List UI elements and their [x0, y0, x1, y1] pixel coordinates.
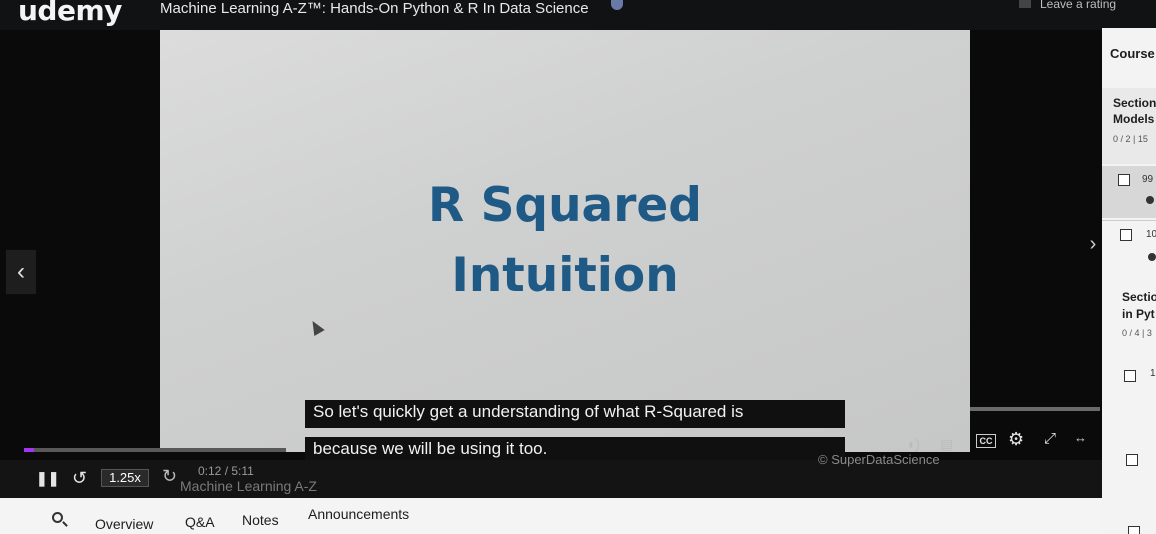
progress-track-segment [970, 407, 1100, 411]
playback-speed-button[interactable]: 1.25x [101, 469, 149, 487]
tab-announcements[interactable]: Announcements [308, 506, 409, 522]
top-bar: udemy Machine Learning A-Z™: Hands-On Py… [0, 0, 1156, 30]
caption-line-1: So let's quickly get a understanding of … [305, 400, 845, 428]
lecture-item[interactable]: 99 [1102, 166, 1156, 218]
udemy-logo[interactable]: udemy [18, 0, 122, 27]
pause-icon[interactable]: ❚❚ [36, 470, 59, 487]
section-progress: 0 / 2 | 15 [1113, 134, 1148, 144]
play-circle-icon [1148, 253, 1156, 261]
lecture-tabs-bar [0, 498, 1102, 534]
star-icon[interactable] [1019, 0, 1031, 8]
video-watermark: Machine Learning A-Z [180, 478, 317, 494]
section-title: Sectio [1122, 290, 1156, 304]
lecture-item[interactable]: 10 [1102, 220, 1156, 276]
lecture-number: 1 [1150, 368, 1156, 379]
lecture-checkbox[interactable] [1128, 526, 1140, 534]
lecture-number: 99 [1142, 174, 1154, 185]
lecture-number: 10 [1146, 229, 1156, 240]
tab-notes[interactable]: Notes [242, 512, 279, 528]
section-title-cont: Models [1113, 112, 1155, 126]
section-title: Section [1113, 96, 1156, 110]
fullscreen-icon[interactable]: ↔ [1074, 430, 1087, 445]
course-title[interactable]: Machine Learning A-Z™: Hands-On Python &… [160, 0, 589, 17]
slide-title-line1: R Squared [428, 178, 702, 233]
sidebar-header: Course [1110, 46, 1155, 61]
lecture-checkbox[interactable] [1120, 229, 1132, 241]
previous-lecture-arrow-icon[interactable]: ‹ [6, 250, 36, 294]
tab-overview[interactable]: Overview [95, 516, 153, 532]
time-display: 0:12 / 5:11 [198, 464, 254, 478]
slide-title-line2: Intuition [451, 248, 679, 303]
sidebar-section[interactable]: Sectio in Pyt 0 / 4 | 3 [1102, 280, 1156, 340]
video-credit: © SuperDataScience [818, 452, 940, 467]
forward-icon[interactable]: ↻ [162, 466, 177, 487]
lecture-checkbox[interactable] [1124, 370, 1136, 382]
gear-icon[interactable]: ⚙ [1008, 429, 1024, 450]
info-icon[interactable] [611, 0, 623, 10]
leave-rating-link[interactable]: Leave a rating [1040, 0, 1116, 11]
course-content-sidebar: Course Section Models 0 / 2 | 15 99 10 S… [1102, 28, 1156, 534]
cc-icon[interactable]: CC [976, 434, 996, 448]
expand-icon[interactable]: ⤢ [1044, 430, 1056, 447]
tab-qa[interactable]: Q&A [185, 514, 215, 530]
section-progress: 0 / 4 | 3 [1122, 328, 1152, 338]
sidebar-section[interactable]: Section Models 0 / 2 | 15 [1102, 88, 1156, 164]
volume-icon[interactable]: ◖) [906, 436, 920, 453]
section-title-cont: in Pyt [1122, 307, 1155, 321]
lecture-checkbox[interactable] [1126, 454, 1138, 466]
search-icon[interactable] [52, 512, 63, 523]
lecture-slide: R Squared Intuition [160, 30, 970, 452]
play-circle-icon [1146, 196, 1154, 204]
progress-fill [24, 448, 35, 452]
progress-bar[interactable] [24, 448, 286, 452]
notes-icon[interactable]: ▤ [940, 436, 953, 453]
rewind-icon[interactable]: ↺ [72, 468, 87, 489]
lecture-checkbox[interactable] [1118, 174, 1130, 186]
